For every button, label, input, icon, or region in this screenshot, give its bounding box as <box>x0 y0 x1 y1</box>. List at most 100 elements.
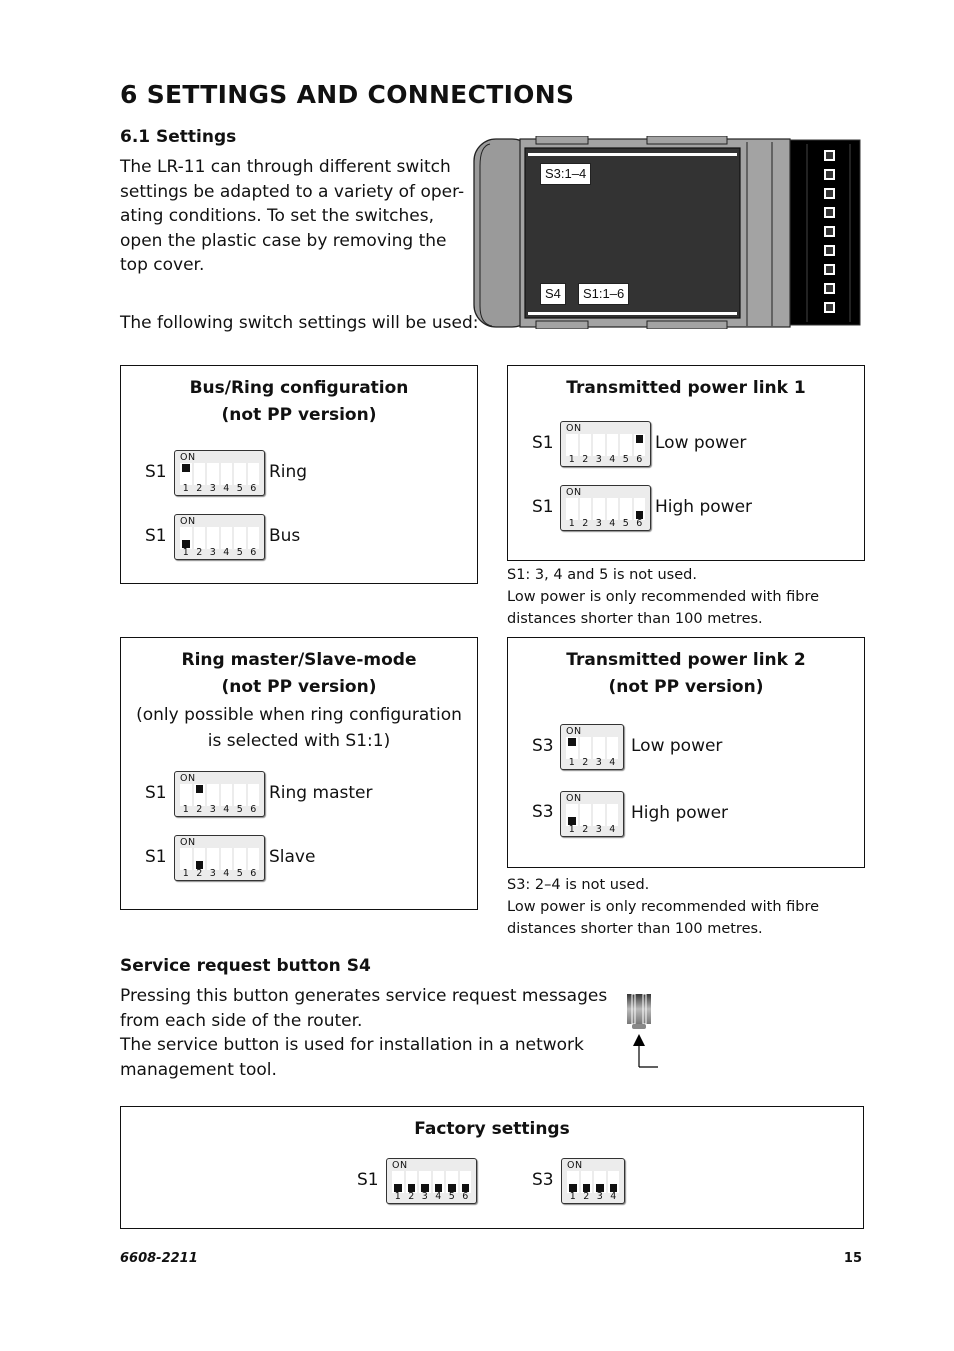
dip-switch-slave: ON 1 2 3 4 5 6 <box>174 835 265 881</box>
dip-position-number: 4 <box>609 454 616 465</box>
dip-slot <box>180 527 192 549</box>
dip-slot <box>405 1171 417 1193</box>
page-number: 15 <box>843 1251 862 1266</box>
dip-position-number: 4 <box>223 483 230 494</box>
status-led-icon <box>824 283 835 294</box>
box-subtitle: (not PP version) <box>608 677 764 697</box>
dip-position-number: 4 <box>223 804 230 815</box>
dip-slot <box>180 784 192 806</box>
switch-name: S3 <box>532 736 554 756</box>
dip-position-number: 2 <box>582 824 589 835</box>
switch-name: S1 <box>532 497 554 517</box>
dip-position-number: 3 <box>421 1191 428 1202</box>
dip-position-number: 4 <box>609 824 616 835</box>
box-title: Bus/Ring configuration <box>189 378 409 398</box>
switch-name: S1 <box>145 783 167 803</box>
dip-slot <box>234 527 246 549</box>
dip-slot <box>593 737 605 759</box>
setting-label-high-power: High power <box>631 803 729 823</box>
dip-knob-up <box>635 435 643 443</box>
service-paragraph: Pressing this button generates service r… <box>120 984 608 1082</box>
dip-slot <box>593 434 605 456</box>
note-line: Low power is only recommended with fibre <box>507 589 820 605</box>
status-led-icon <box>824 226 835 237</box>
dip-slot <box>193 527 205 549</box>
dip-slot <box>566 804 578 826</box>
s3-tag: S3:1–4 <box>540 163 592 185</box>
dip-switch-factory-s1: ON 1 2 3 4 5 6 <box>386 1158 477 1204</box>
dip-position-number: 6 <box>250 804 257 815</box>
dip-slot <box>207 463 219 485</box>
service-line: Pressing this button generates service r… <box>120 986 608 1006</box>
dip-position-number: 1 <box>182 547 189 558</box>
box-subtitle: (not PP version) <box>221 405 377 425</box>
dip-on-label: ON <box>566 726 582 737</box>
dip-position-number: 2 <box>196 868 203 879</box>
intro-line: ating conditions. To set the switches, <box>120 206 435 226</box>
dip-position-number: 5 <box>236 804 243 815</box>
dip-position-number: 3 <box>595 757 602 768</box>
dip-position-number: 2 <box>583 1191 590 1202</box>
dip-slot <box>446 1171 458 1193</box>
switch-name: S3 <box>532 802 554 822</box>
dip-position-number: 6 <box>636 454 643 465</box>
note-line: S3: 2–4 is not used. <box>507 877 650 893</box>
dip-on-label: ON <box>180 452 196 463</box>
page-heading: 6 SETTINGS AND CONNECTIONS <box>120 80 575 109</box>
dip-slot <box>566 434 578 456</box>
box-title: Factory settings <box>414 1119 570 1139</box>
dip-position-number: 2 <box>196 804 203 815</box>
dip-position-number: 5 <box>236 868 243 879</box>
intro-line: open the plastic case by removing the <box>120 230 447 251</box>
dip-position-number: 5 <box>236 483 243 494</box>
dip-switch-high-power-2: ON 1 2 3 4 <box>560 791 624 837</box>
dip-position-number: 6 <box>250 547 257 558</box>
dip-slot <box>432 1171 444 1193</box>
dip-position-number: 3 <box>595 518 602 529</box>
setting-label-ring: Ring <box>269 462 308 482</box>
dip-position-number: 1 <box>182 868 189 879</box>
dip-position-number: 4 <box>609 518 616 529</box>
dip-slot <box>220 848 232 870</box>
box-title: Transmitted power link 1 <box>566 378 806 398</box>
switch-name: S1 <box>145 526 167 546</box>
s1-tag: S1:1–6 <box>578 283 630 305</box>
dip-position-number: 4 <box>435 1191 442 1202</box>
dip-slot <box>247 463 259 485</box>
following-text: The following switch settings will be us… <box>120 313 479 333</box>
dip-on-label: ON <box>566 793 582 804</box>
dip-position-number: 6 <box>250 483 257 494</box>
setting-label-low-power: Low power <box>655 433 747 453</box>
dip-on-label: ON <box>392 1160 408 1171</box>
setting-label-high-power: High power <box>655 497 753 517</box>
dip-switch-factory-s3: ON 1 2 3 4 <box>561 1158 625 1204</box>
setting-label-bus: Bus <box>269 526 301 546</box>
dip-position-number: 3 <box>209 547 216 558</box>
dip-slot <box>220 463 232 485</box>
dip-slot <box>566 498 578 520</box>
switch-name: S1 <box>357 1170 379 1190</box>
service-line: The service button is used for installat… <box>120 1035 584 1055</box>
dip-on-label: ON <box>180 837 196 848</box>
dip-slot <box>620 434 632 456</box>
router-drawing <box>473 135 861 330</box>
dip-position-number: 2 <box>582 454 589 465</box>
dip-slot <box>593 804 605 826</box>
dip-slot <box>606 737 618 759</box>
dip-slot <box>180 848 192 870</box>
dip-slot <box>579 498 591 520</box>
doc-number: 6608-2211 <box>120 1251 198 1266</box>
dip-position-number: 5 <box>448 1191 455 1202</box>
note-line: distances shorter than 100 metres. <box>507 611 763 627</box>
dip-position-number: 1 <box>394 1191 401 1202</box>
power-link1-notes: S1: 3, 4 and 5 is not used. Low power is… <box>507 564 819 630</box>
dip-position-number: 1 <box>568 824 575 835</box>
dip-knob-up <box>568 738 576 746</box>
dip-slot <box>234 784 246 806</box>
dip-position-number: 2 <box>196 547 203 558</box>
dip-switch-low-power-1: ON 1 2 3 4 5 6 <box>560 421 651 467</box>
dip-position-number: 3 <box>209 868 216 879</box>
setting-label-ring-master: Ring master <box>269 783 373 803</box>
switch-name: S1 <box>145 462 167 482</box>
box-title: Ring master/Slave-mode <box>181 650 417 670</box>
